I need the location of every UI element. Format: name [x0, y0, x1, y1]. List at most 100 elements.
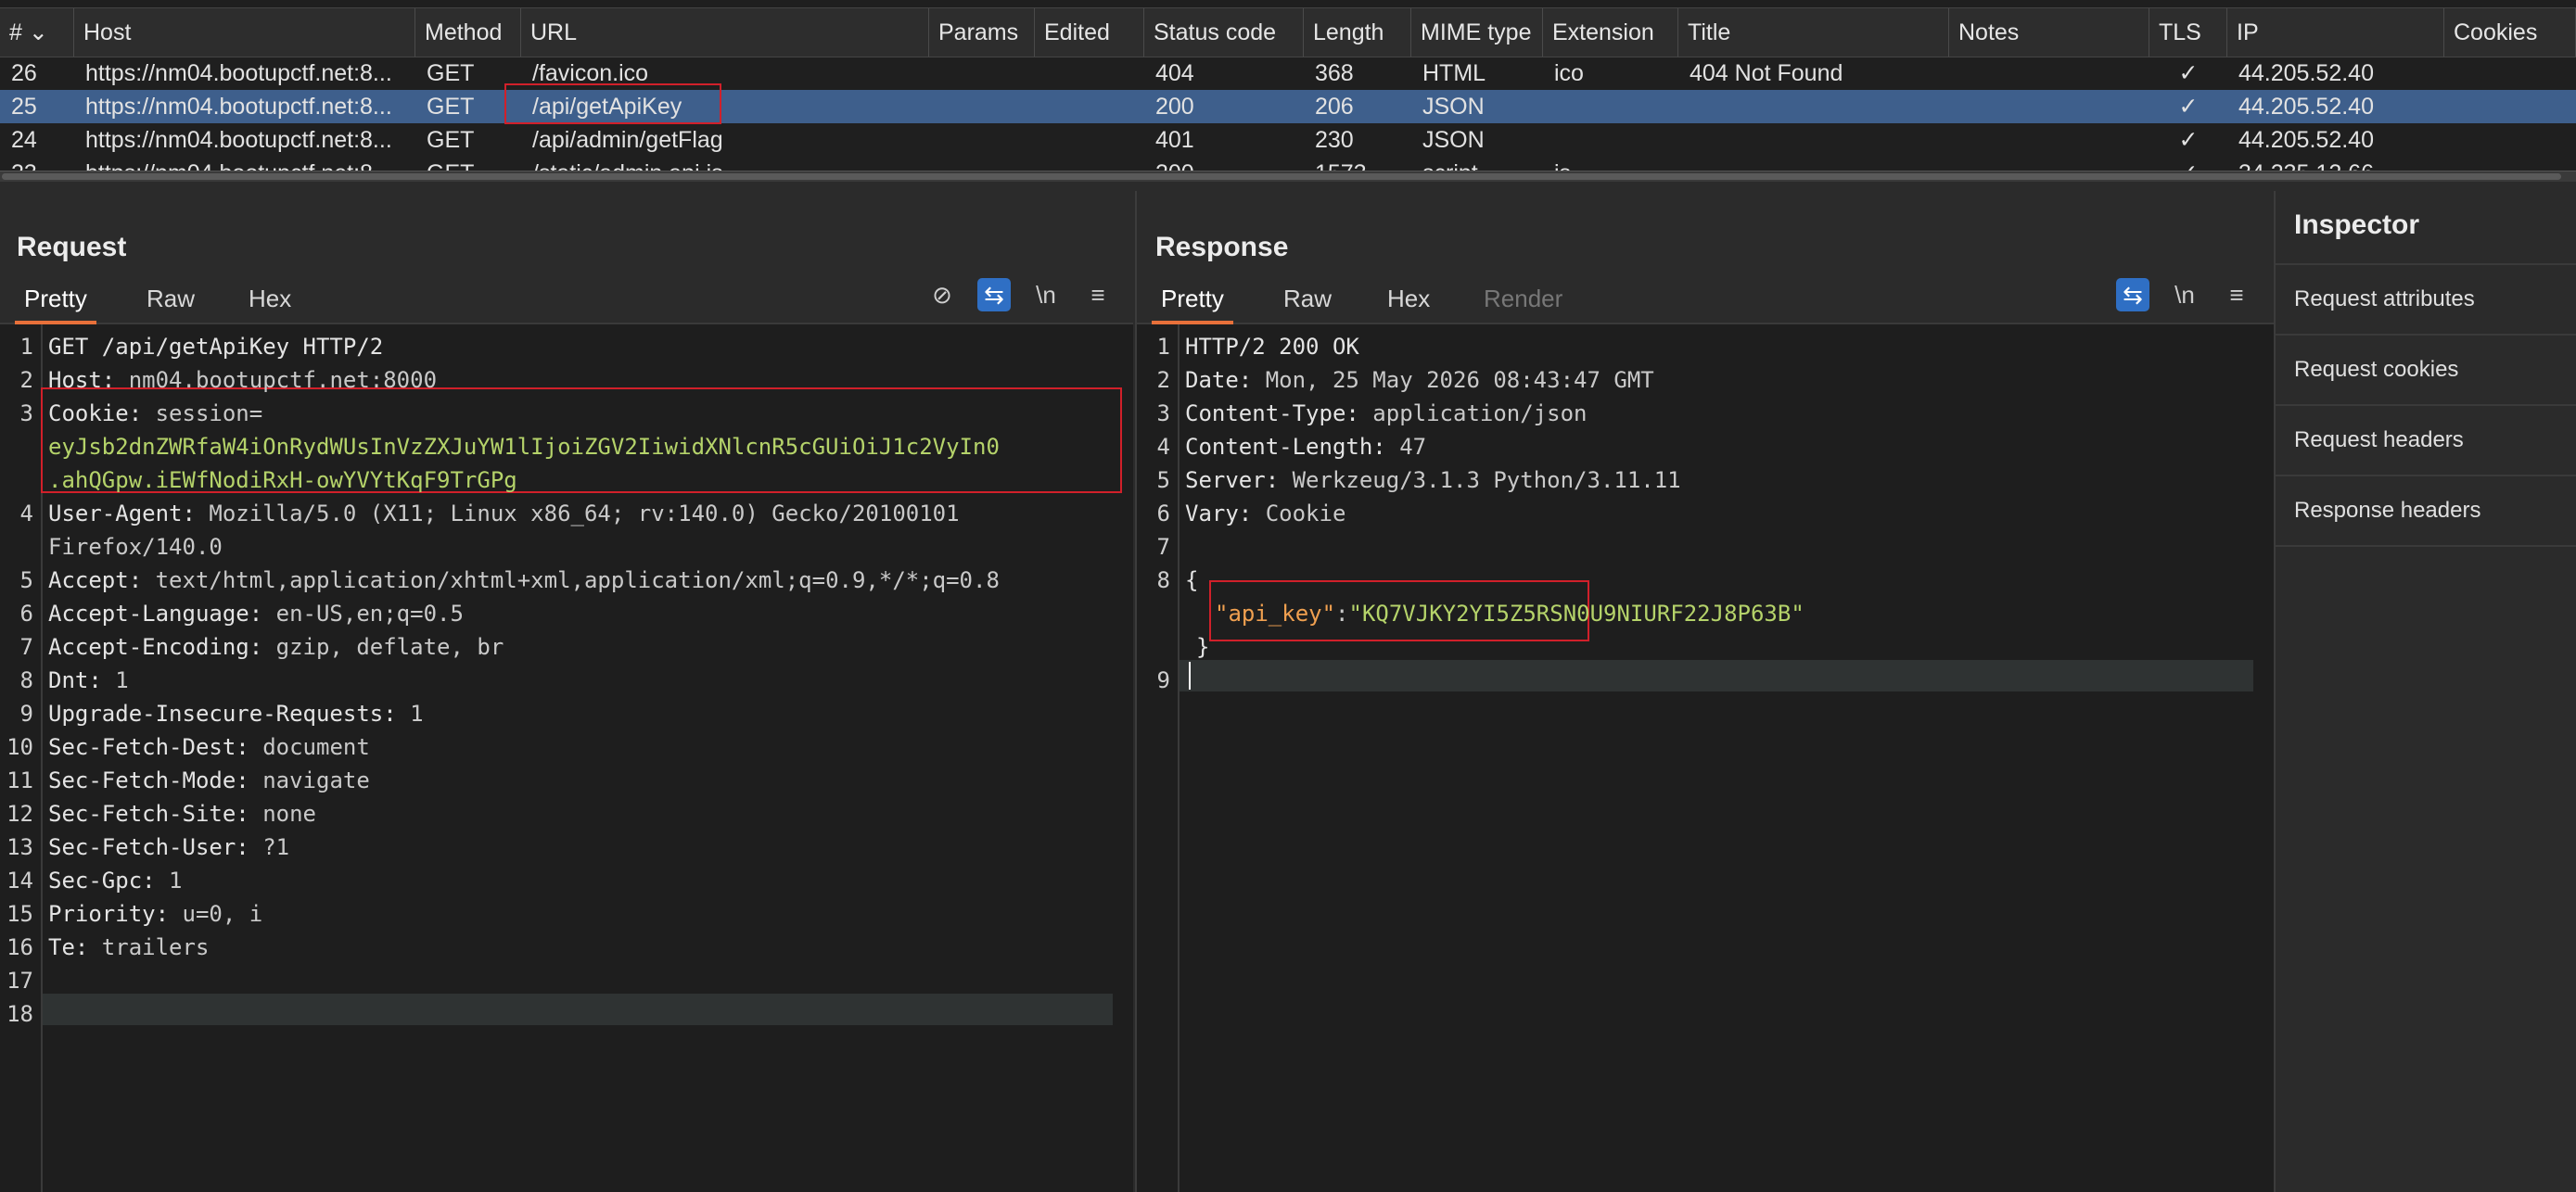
col-header-params[interactable]: Params — [929, 8, 1035, 57]
line-number: 17 — [6, 968, 33, 994]
menu-icon[interactable]: ≡ — [2220, 278, 2253, 311]
cell-num: 24 — [11, 127, 37, 153]
inspector-request-attributes[interactable]: Request attributes — [2276, 263, 2576, 332]
inspector-response-headers[interactable]: Response headers — [2276, 475, 2576, 543]
response-tab-render[interactable]: Render — [1474, 276, 1572, 321]
horizontal-scrollbar[interactable] — [0, 171, 2576, 182]
cell-mime: JSON — [1422, 94, 1485, 120]
line-number: 2 — [1156, 367, 1170, 393]
line-number: 8 — [1156, 567, 1170, 593]
table-row[interactable]: 25 https://nm04.bootupctf.net:8... GET/api… — [0, 90, 2576, 123]
cell-title — [1678, 90, 1949, 123]
col-header-mime[interactable]: MIME type — [1411, 8, 1543, 57]
response-tabs: Pretty Raw Hex Render — [1137, 276, 2274, 324]
code-line: User-Agent: Mozilla/5.0 (X11; Linux x86_… — [48, 501, 960, 526]
code-line: Content-Type: application/json — [1185, 400, 1588, 426]
code-line: Accept-Language: en-US,en;q=0.5 — [48, 601, 464, 627]
cell-url: /api/getApiKey — [532, 94, 682, 120]
code-line: Priority: u=0, i — [48, 901, 263, 927]
table-row[interactable]: 26 https://nm04.bootupctf.net:8... GET/fav… — [0, 57, 2576, 90]
code-line: Sec-Fetch-User: ?1 — [48, 834, 290, 860]
line-number: 11 — [6, 767, 33, 793]
line-number: 5 — [19, 567, 33, 593]
col-header-tls[interactable]: TLS — [2149, 8, 2227, 57]
line-number: 10 — [6, 734, 33, 760]
cell-ip: 44.205.52.40 — [2238, 60, 2374, 86]
col-header-extension[interactable]: Extension — [1543, 8, 1678, 57]
cell-status: 404 — [1155, 60, 1194, 86]
code-line: Accept: text/html,application/xhtml+xml,… — [48, 567, 1000, 593]
line-number: 7 — [1156, 534, 1170, 560]
col-header-number[interactable]: # ⌄ — [0, 8, 74, 57]
code-line: Sec-Gpc: 1 — [48, 868, 183, 894]
wrap-icon[interactable]: ⇆ — [2116, 278, 2149, 311]
col-header-ip[interactable]: IP — [2227, 8, 2444, 57]
code-line: Accept-Encoding: gzip, deflate, br — [48, 634, 504, 660]
col-header-method[interactable]: Method — [415, 8, 521, 57]
code-line: } — [1196, 634, 1210, 660]
cell-method: GET — [427, 60, 475, 86]
col-header-url[interactable]: URL — [521, 8, 929, 57]
cell-ip: 44.205.52.40 — [2238, 127, 2374, 153]
cell-title: 404 Not Found — [1690, 60, 1843, 86]
eye-off-icon[interactable]: ⊘ — [925, 278, 959, 311]
col-header-host[interactable]: Host — [74, 8, 415, 57]
table-row[interactable]: 24 https://nm04.bootupctf.net:8... GET/api… — [0, 123, 2576, 157]
col-header-status[interactable]: Status code — [1144, 8, 1304, 57]
response-tab-hex[interactable]: Hex — [1378, 276, 1439, 321]
cell-host: https://nm04.bootupctf.net:8... — [85, 60, 392, 86]
response-tab-pretty[interactable]: Pretty — [1152, 276, 1233, 324]
line-number: 6 — [1156, 501, 1170, 526]
cell-length: 230 — [1315, 127, 1354, 153]
line-number: 1 — [1156, 334, 1170, 360]
wrap-icon[interactable]: ⇆ — [977, 278, 1011, 311]
col-header-cookies[interactable]: Cookies — [2444, 8, 2576, 57]
request-tab-hex[interactable]: Hex — [239, 276, 300, 321]
cell-ip: 44.205.52.40 — [2238, 94, 2374, 120]
inspector-divider — [2276, 545, 2576, 547]
line-number: 2 — [19, 367, 33, 393]
col-header-notes[interactable]: Notes — [1949, 8, 2149, 57]
line-number: 8 — [19, 667, 33, 693]
line-number: 4 — [1156, 434, 1170, 460]
line-number: 9 — [19, 701, 33, 727]
code-line: GET /api/getApiKey HTTP/2 — [48, 334, 384, 360]
menu-icon[interactable]: ≡ — [1081, 278, 1115, 311]
code-line: "api_key":"KQ7VJKY2YI5Z5RSN0U9NIURF22J8P… — [1215, 601, 1804, 627]
code-line: Cookie: session= — [48, 400, 263, 426]
inspector-request-headers[interactable]: Request headers — [2276, 404, 2576, 473]
line-number: 16 — [6, 934, 33, 960]
col-header-length[interactable]: Length — [1304, 8, 1411, 57]
inspector-request-cookies[interactable]: Request cookies — [2276, 334, 2576, 402]
request-tab-raw[interactable]: Raw — [137, 276, 204, 321]
cell-num: 26 — [11, 60, 37, 86]
scrollbar-thumb[interactable] — [2, 173, 2561, 180]
line-number: 1 — [19, 334, 33, 360]
request-tab-pretty[interactable]: Pretty — [15, 276, 96, 324]
code-line: Sec-Fetch-Mode: navigate — [48, 767, 370, 793]
cell-tls: ✓ — [2178, 127, 2199, 153]
col-header-edited[interactable]: Edited — [1035, 8, 1144, 57]
cell-num: 25 — [11, 94, 37, 120]
response-editor[interactable]: 1 HTTP/2 200 OK 2 Date: Mon, 25 May 2026 08… — [1137, 324, 2274, 1192]
current-line-highlight — [1180, 660, 2253, 691]
line-number: 12 — [6, 801, 33, 827]
request-editor[interactable]: 1 GET /api/getApiKey HTTP/2 2 Host: nm04.bo… — [0, 324, 1133, 1192]
request-panel: Request Pretty Raw Hex ⊘ ⇆ \n ≡ 1 GET /ap… — [0, 191, 1133, 1192]
code-line: Upgrade-Insecure-Requests: 1 — [48, 701, 424, 727]
line-number: 7 — [19, 634, 33, 660]
cell-length: 368 — [1315, 60, 1354, 86]
table-header: # ⌄ Host Method URL Params Edited Status… — [0, 7, 2576, 57]
proxy-history-table: # ⌄ Host Method URL Params Edited Status… — [0, 0, 2576, 182]
cell-mime: JSON — [1422, 127, 1485, 153]
col-header-title[interactable]: Title — [1678, 8, 1949, 57]
code-line: Dnt: 1 — [48, 667, 129, 693]
line-number: 4 — [19, 501, 33, 526]
line-number: 3 — [19, 400, 33, 426]
cell-title — [1678, 123, 1949, 157]
newline-icon[interactable]: \n — [2168, 278, 2201, 311]
newline-icon[interactable]: \n — [1029, 278, 1063, 311]
request-title: Request — [17, 232, 127, 262]
code-line: Content-Length: 47 — [1185, 434, 1427, 460]
response-tab-raw[interactable]: Raw — [1274, 276, 1341, 321]
